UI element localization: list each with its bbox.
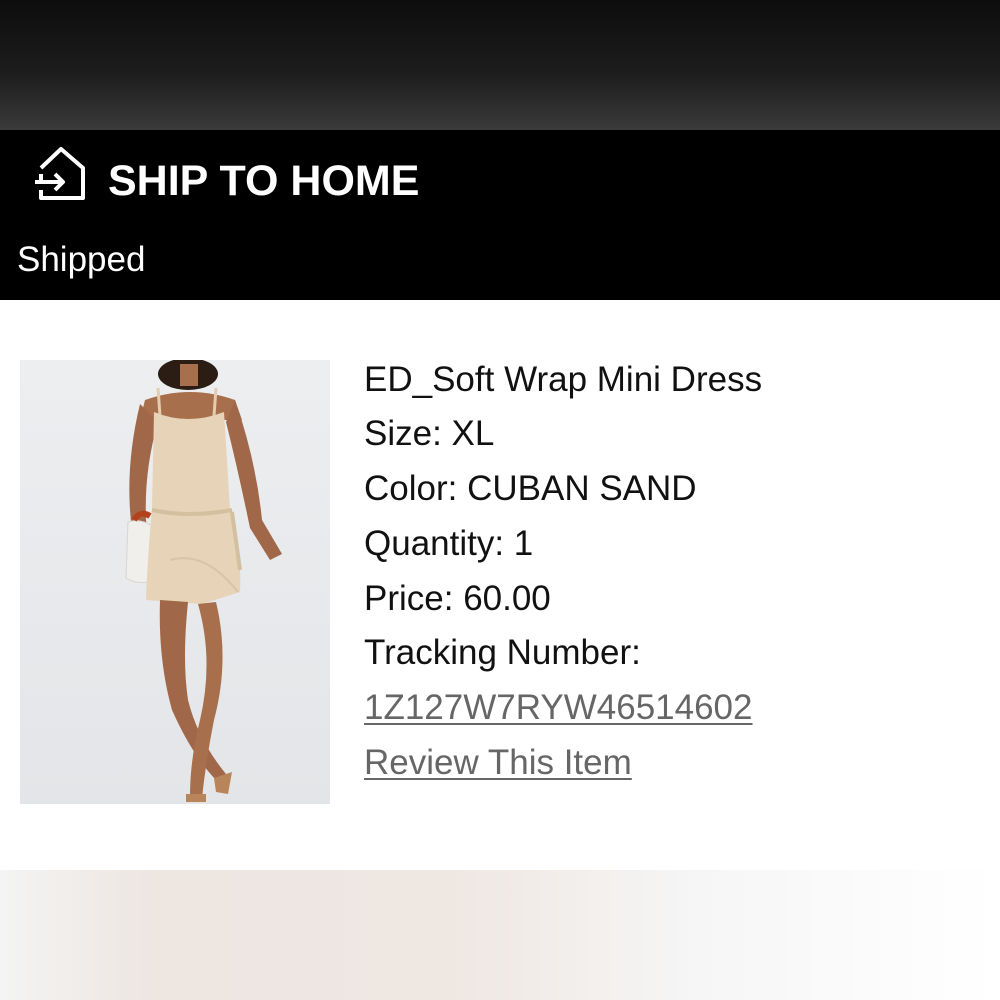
product-photo[interactable]	[20, 360, 330, 804]
item-color: Color: CUBAN SAND	[364, 469, 697, 508]
home-arrow-icon	[35, 147, 85, 200]
item-price: Price: 60.00	[364, 579, 551, 618]
shipping-header: SHIP TO HOME Shipped	[0, 130, 1000, 300]
tracking-label: Tracking Number:	[364, 633, 641, 672]
ship-to-home-title: SHIP TO HOME	[108, 157, 420, 205]
order-item: ED_Soft Wrap Mini Dress Size: XL Color: …	[0, 300, 1000, 870]
bottom-blurred-area	[0, 870, 1000, 1000]
item-quantity: Quantity: 1	[364, 524, 534, 563]
top-blurred-area	[0, 0, 1000, 130]
order-status: Shipped	[17, 240, 146, 279]
tracking-number-link[interactable]: 1Z127W7RYW46514602	[364, 688, 753, 728]
dress-model-illustration	[125, 360, 282, 802]
review-item-link[interactable]: Review This Item	[364, 743, 632, 783]
item-size: Size: XL	[364, 414, 495, 453]
item-name: ED_Soft Wrap Mini Dress	[364, 360, 763, 399]
